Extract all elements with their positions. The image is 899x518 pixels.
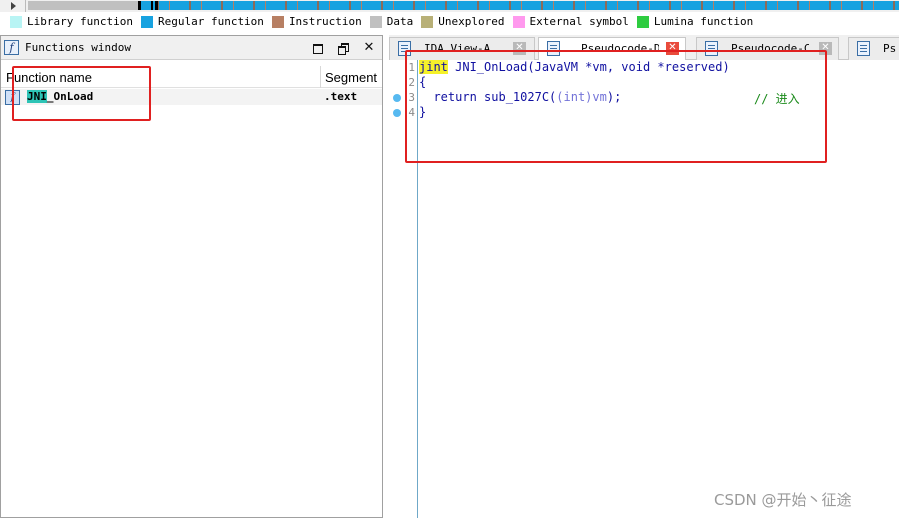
legend-item: Library function xyxy=(10,15,133,28)
nav-cursor-marker xyxy=(138,1,141,10)
annotation-box xyxy=(405,50,827,163)
legend-label: Library function xyxy=(27,15,133,28)
pseudocode-icon xyxy=(857,41,870,56)
legend-swatch xyxy=(369,15,382,28)
legend-swatch xyxy=(636,15,649,28)
nav-data-segment[interactable] xyxy=(28,1,138,10)
watermark: CSDN @开始丶征途 xyxy=(714,491,852,509)
legend-item: External symbol xyxy=(512,15,629,28)
nav-left-arrow-icon[interactable] xyxy=(2,0,26,12)
maximize-icon[interactable] xyxy=(309,40,325,56)
function-f-icon: f xyxy=(4,40,19,55)
legend-label: External symbol xyxy=(529,15,629,28)
nav-marker xyxy=(155,1,158,10)
legend-item: Data xyxy=(369,15,414,28)
legend-label: Lumina function xyxy=(653,15,754,28)
legend-swatch xyxy=(512,15,525,28)
legend-swatch xyxy=(271,15,284,28)
legend-swatch xyxy=(421,15,434,28)
legend-swatch xyxy=(10,15,22,28)
legend-swatch xyxy=(140,15,153,28)
column-segment[interactable]: Segment xyxy=(325,70,377,85)
legend-item: Unexplored xyxy=(421,15,505,28)
legend-item: Lumina function xyxy=(636,15,754,28)
functions-window-titlebar[interactable]: f Functions window ✕ xyxy=(1,36,382,60)
float-window-icon[interactable] xyxy=(335,40,351,56)
legend-item: Regular function xyxy=(140,15,264,28)
legend-label: Data xyxy=(386,15,414,28)
legend-label: Instruction xyxy=(288,15,362,28)
annotation-box xyxy=(12,66,151,121)
color-legend: Library function Regular function Instruct… xyxy=(10,13,753,30)
navigation-band[interactable] xyxy=(0,0,899,12)
nav-marker xyxy=(151,1,153,10)
segment-cell: .text xyxy=(324,90,358,103)
tab-label: Ps xyxy=(883,42,897,55)
tab-pseudocode-b[interactable]: Ps xyxy=(848,37,899,60)
functions-window-title: Functions window xyxy=(25,41,131,54)
legend-label: Unexplored xyxy=(438,15,505,28)
breakpoint-dot-icon[interactable] xyxy=(393,94,401,102)
legend-label: Regular function xyxy=(157,15,264,28)
close-icon[interactable]: ✕ xyxy=(361,40,377,56)
breakpoint-dot-icon[interactable] xyxy=(393,109,401,117)
nav-code-segment[interactable] xyxy=(138,1,899,10)
legend-item: Instruction xyxy=(271,15,362,28)
column-divider[interactable] xyxy=(320,66,321,88)
